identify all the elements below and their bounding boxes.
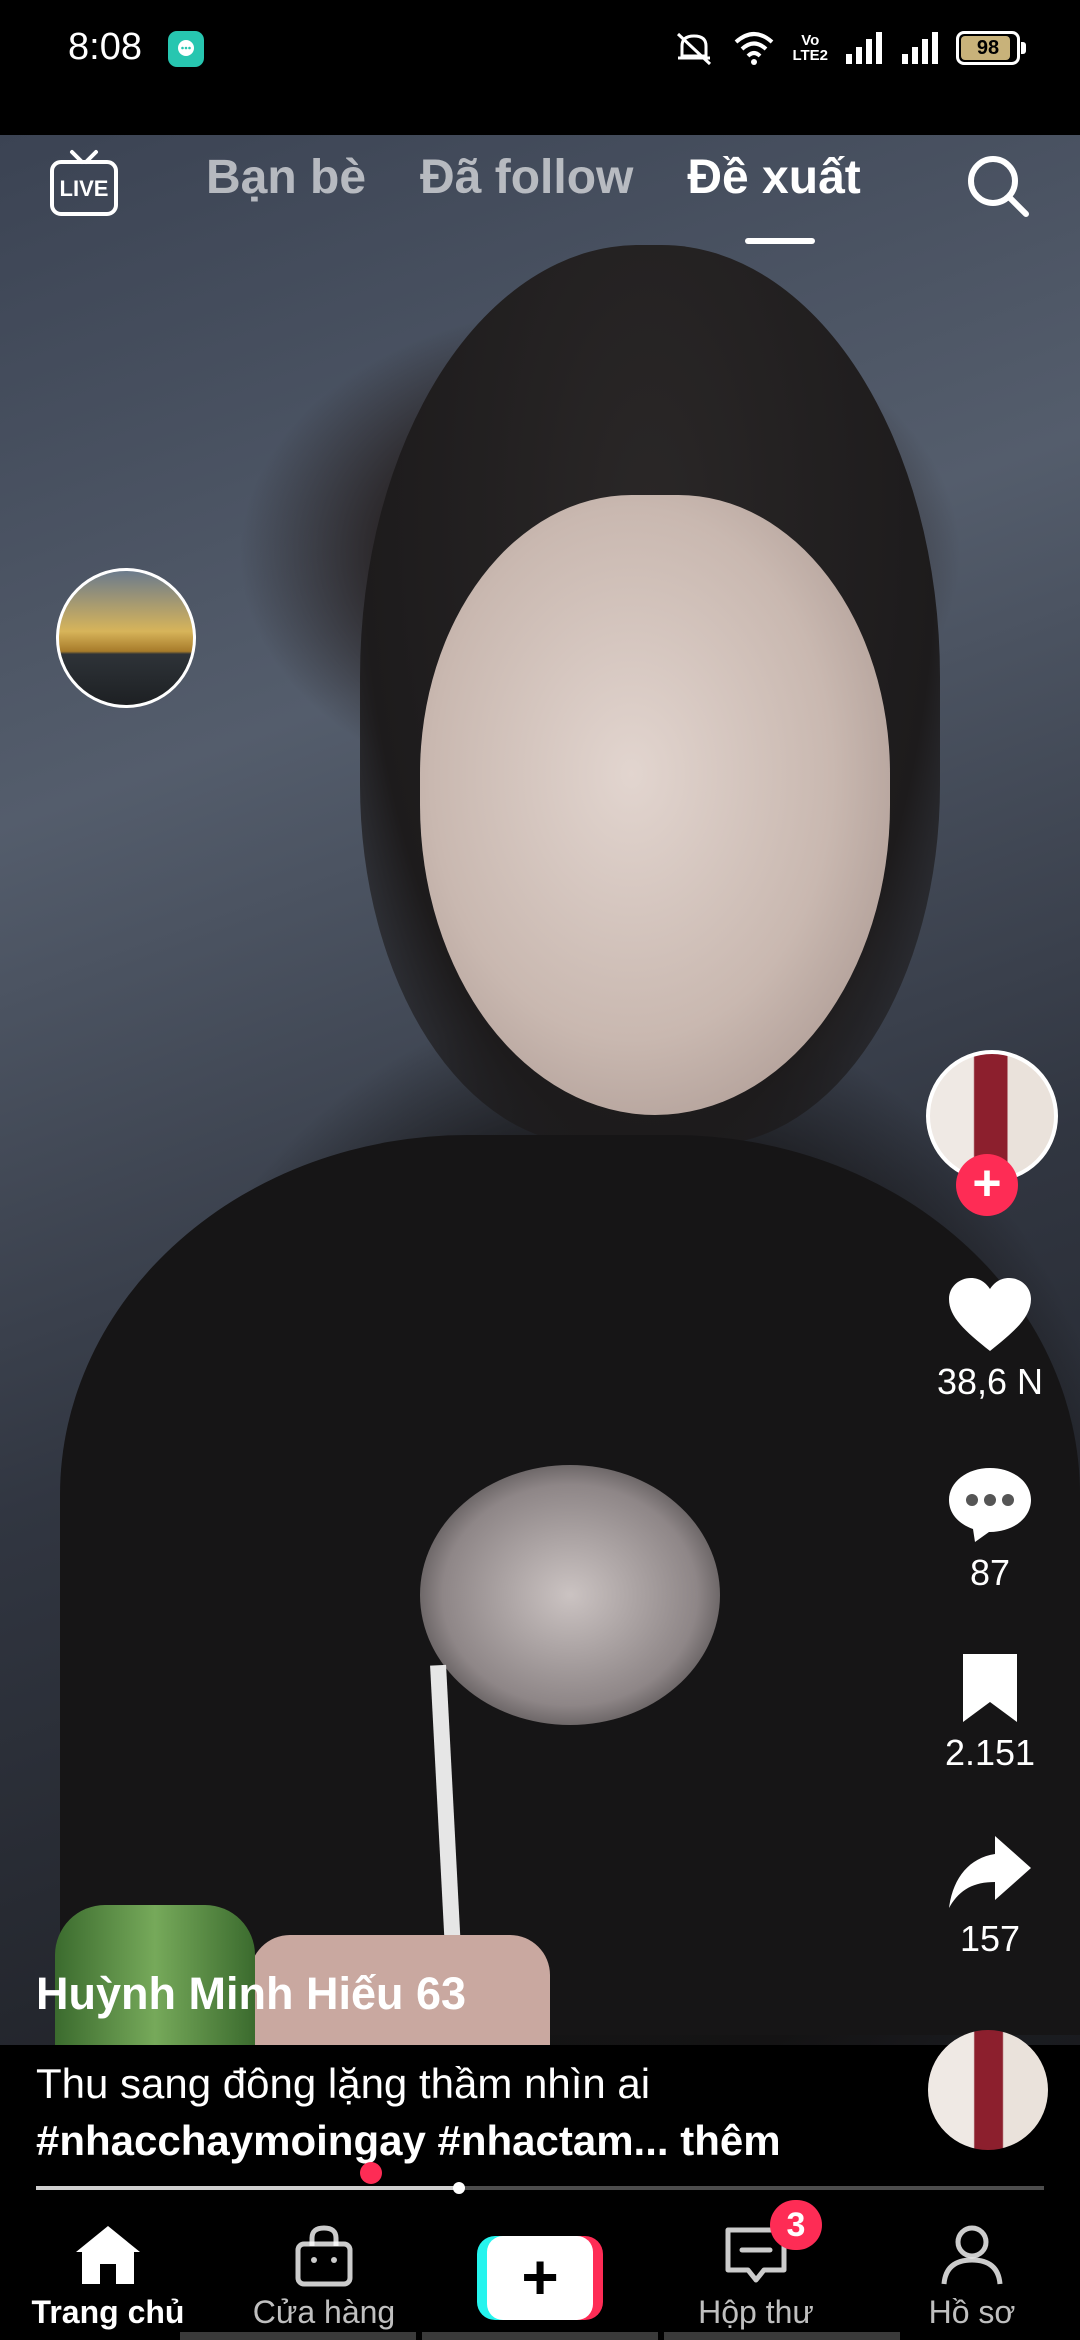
tab-for-you[interactable]: Đề xuất bbox=[687, 150, 860, 205]
video-progress-bar[interactable] bbox=[36, 2182, 1044, 2194]
status-time: 8:08 bbox=[68, 26, 142, 68]
profile-icon bbox=[941, 2225, 1003, 2285]
shopping-bag-icon bbox=[295, 2225, 353, 2287]
nav-home[interactable]: Trang chủ bbox=[8, 2222, 208, 2331]
share-button[interactable]: 157 bbox=[920, 1832, 1060, 1960]
inbox-badge: 3 bbox=[770, 2200, 822, 2250]
nav-inbox[interactable]: Hộp thư bbox=[656, 2222, 856, 2331]
wifi-icon bbox=[735, 32, 774, 65]
battery-level: 98 bbox=[976, 36, 1000, 59]
comment-icon bbox=[949, 1468, 1031, 1542]
tab-friends[interactable]: Bạn bè bbox=[206, 150, 366, 205]
create-button[interactable]: + bbox=[477, 2236, 603, 2320]
video-progress-fill bbox=[36, 2186, 460, 2190]
live-creator-avatar[interactable] bbox=[56, 568, 196, 708]
hashtags[interactable]: #nhacchaymoingay #nhactam... bbox=[36, 2117, 669, 2164]
live-tv-icon[interactable]: LIVE bbox=[48, 148, 120, 220]
nav-home-label: Trang chủ bbox=[31, 2294, 185, 2330]
bookmark-button[interactable]: 2.151 bbox=[920, 1650, 1060, 1774]
like-count: 38,6 N bbox=[936, 1361, 1044, 1402]
volte-indicator: Vo LTE2 bbox=[792, 32, 828, 64]
video-player[interactable] bbox=[0, 135, 1080, 2045]
shop-notification-dot bbox=[360, 2162, 382, 2184]
video-frame-face bbox=[420, 495, 890, 1115]
active-tab-indicator bbox=[745, 238, 815, 244]
system-gesture-bar bbox=[0, 2332, 1080, 2340]
signal-icon-sim1 bbox=[846, 32, 882, 64]
nav-shop-label: Cửa hàng bbox=[252, 2294, 396, 2330]
plus-icon: + bbox=[487, 2236, 593, 2320]
search-icon[interactable] bbox=[962, 150, 1034, 222]
follow-plus-button[interactable]: + bbox=[956, 1154, 1018, 1216]
feed-tabs: Bạn bè Đã follow Đề xuất bbox=[206, 150, 861, 205]
heart-icon bbox=[949, 1278, 1031, 1351]
battery-icon: 98 bbox=[956, 31, 1026, 65]
mute-vibrate-icon bbox=[677, 32, 712, 66]
sound-disc[interactable] bbox=[928, 2030, 1048, 2150]
caption-hashtags[interactable]: #nhacchaymoingay #nhactam... thêm bbox=[36, 2117, 781, 2165]
signal-icon-sim2 bbox=[902, 32, 938, 64]
notification-app-icon bbox=[168, 31, 204, 67]
comment-button[interactable]: 87 bbox=[920, 1462, 1060, 1594]
nav-profile-label: Hồ sơ bbox=[928, 2294, 1016, 2330]
nav-inbox-label: Hộp thư bbox=[698, 2294, 814, 2330]
caption-text: Thu sang đông lặng thầm nhìn ai bbox=[36, 2060, 651, 2107]
share-arrow-icon bbox=[949, 1836, 1031, 1908]
home-icon bbox=[76, 2226, 140, 2284]
video-progress-knob[interactable] bbox=[453, 2182, 466, 2194]
svg-text:LIVE: LIVE bbox=[60, 176, 109, 201]
bookmark-icon bbox=[963, 1654, 1017, 1722]
see-more-link[interactable]: thêm bbox=[669, 2117, 780, 2164]
nav-shop[interactable]: Cửa hàng bbox=[224, 2222, 424, 2331]
post-username[interactable]: Huỳnh Minh Hiếu 63 bbox=[36, 1968, 466, 2020]
comment-count: 87 bbox=[969, 1552, 1011, 1593]
bookmark-count: 2.151 bbox=[944, 1732, 1036, 1773]
tab-following[interactable]: Đã follow bbox=[420, 150, 633, 205]
like-button[interactable]: 38,6 N bbox=[920, 1275, 1060, 1403]
status-bar: 8:08 Vo LTE2 98 bbox=[0, 0, 1080, 135]
share-count: 157 bbox=[959, 1918, 1021, 1959]
nav-profile[interactable]: Hồ sơ bbox=[872, 2222, 1072, 2331]
video-frame-hand bbox=[420, 1465, 720, 1725]
